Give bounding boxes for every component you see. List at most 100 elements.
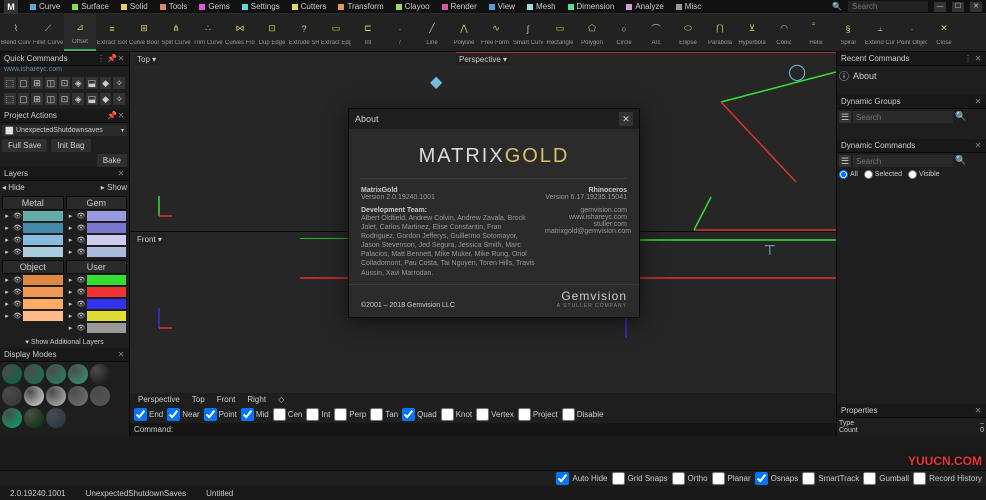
full-save-button[interactable]: Full Save bbox=[2, 139, 47, 152]
panel-close-button[interactable]: ✕ bbox=[117, 170, 125, 178]
app-logo[interactable]: M bbox=[4, 0, 18, 14]
tool-split-curve[interactable]: ⋔Split Curve bbox=[160, 14, 192, 51]
global-search-input[interactable] bbox=[848, 1, 928, 12]
layer-visibility-icon[interactable]: 👁 bbox=[77, 224, 85, 232]
viewport-tab-front[interactable]: Front bbox=[213, 395, 240, 404]
tool-int[interactable]: ⊏Int bbox=[352, 14, 384, 51]
osnap-mid[interactable]: Mid bbox=[241, 408, 269, 421]
layer-row[interactable]: ▸👁 bbox=[2, 286, 64, 298]
maximize-button[interactable]: ☐ bbox=[952, 2, 964, 12]
about-close-button[interactable]: ✕ bbox=[619, 112, 633, 126]
menu-curve[interactable]: Curve bbox=[30, 2, 60, 11]
layer-visibility-icon[interactable]: 👁 bbox=[13, 248, 21, 256]
layer-row[interactable]: ▸👁 bbox=[66, 246, 128, 258]
osnap-project[interactable]: Project bbox=[518, 408, 558, 421]
layer-expand-icon[interactable]: ▸ bbox=[67, 236, 75, 244]
quick-cmd-14[interactable]: ◈ bbox=[72, 93, 84, 105]
minimize-button[interactable]: — bbox=[934, 2, 946, 12]
filter-selected-radio[interactable]: Selected bbox=[864, 170, 902, 179]
tool--[interactable]: ·/ bbox=[384, 14, 416, 51]
menu-gems[interactable]: Gems bbox=[199, 2, 229, 11]
display-mode-6[interactable] bbox=[24, 386, 44, 406]
menu-solid[interactable]: Solid bbox=[121, 2, 148, 11]
menu-tools[interactable]: Tools bbox=[160, 2, 188, 11]
quick-cmd-7[interactable]: ◆ bbox=[100, 77, 112, 89]
layer-expand-icon[interactable]: ▸ bbox=[3, 212, 11, 220]
layer-row[interactable]: ▸👁 bbox=[66, 210, 128, 222]
display-mode-12[interactable] bbox=[46, 408, 66, 428]
quick-cmd-12[interactable]: ◫ bbox=[45, 93, 57, 105]
filter-visible-radio[interactable]: Visible bbox=[908, 170, 940, 179]
menu-render[interactable]: Render bbox=[442, 2, 477, 11]
close-window-button[interactable]: ✕ bbox=[970, 2, 982, 12]
layer-visibility-icon[interactable]: 👁 bbox=[77, 312, 85, 320]
toggle-gumball[interactable]: Gumball bbox=[863, 472, 909, 485]
menu-view[interactable]: View bbox=[489, 2, 515, 11]
osnap-perp[interactable]: Perp bbox=[334, 408, 366, 421]
layer-expand-icon[interactable]: ▸ bbox=[67, 312, 75, 320]
quick-cmd-1[interactable]: ▢ bbox=[18, 77, 30, 89]
layer-visibility-icon[interactable]: 👁 bbox=[77, 212, 85, 220]
menu-dimension[interactable]: Dimension bbox=[568, 2, 615, 11]
tool-point-object[interactable]: ·Point Object bbox=[896, 14, 928, 51]
panel-close-button[interactable]: ✕ bbox=[117, 55, 125, 63]
layer-row[interactable]: ▸👁 bbox=[2, 246, 64, 258]
tool-curves-from-2-views[interactable]: ⋈Curves From 2 Views bbox=[224, 14, 256, 51]
tool-trim-curve[interactable]: ∴Trim Curve bbox=[192, 14, 224, 51]
viewport-label-front[interactable]: Front ▾ bbox=[134, 234, 165, 245]
layer-row[interactable]: ▸👁 bbox=[66, 234, 128, 246]
osnap-point[interactable]: Point bbox=[204, 408, 237, 421]
osnap-quad[interactable]: Quad bbox=[402, 408, 437, 421]
panel-pin-button[interactable]: 📌 bbox=[107, 112, 115, 120]
display-mode-9[interactable] bbox=[90, 386, 110, 406]
project-dropdown[interactable]: ⬜ UnexpectedShutdownsaves▾ bbox=[2, 125, 127, 136]
command-line[interactable]: Command: bbox=[130, 423, 836, 436]
tool-ellipse[interactable]: ⬭Ellipse bbox=[672, 14, 704, 51]
layer-visibility-icon[interactable]: 👁 bbox=[77, 300, 85, 308]
tool-helix[interactable]: ꩰHelix bbox=[800, 14, 832, 51]
osnap-int[interactable]: Int bbox=[306, 408, 330, 421]
layer-row[interactable]: ▸👁 bbox=[2, 222, 64, 234]
osnap-disable[interactable]: Disable bbox=[562, 408, 604, 421]
quick-cmd-9[interactable]: ⬚ bbox=[4, 93, 16, 105]
layer-visibility-icon[interactable]: 👁 bbox=[13, 276, 21, 284]
init-bag-button[interactable]: Init Bag bbox=[51, 139, 90, 152]
quick-cmd-15[interactable]: ⬓ bbox=[86, 93, 98, 105]
tool-rectangle[interactable]: ▭Rectangle bbox=[544, 14, 576, 51]
display-mode-8[interactable] bbox=[68, 386, 88, 406]
layer-visibility-icon[interactable]: 👁 bbox=[77, 248, 85, 256]
quick-cmd-4[interactable]: ⊡ bbox=[59, 77, 71, 89]
tool-parabola[interactable]: ⋂Parabola bbox=[704, 14, 736, 51]
layer-expand-icon[interactable]: ▸ bbox=[3, 312, 11, 320]
layer-expand-icon[interactable]: ▸ bbox=[67, 224, 75, 232]
layer-row[interactable]: ▸👁 bbox=[66, 310, 128, 322]
menu-transform[interactable]: Transform bbox=[338, 2, 383, 11]
tool-circle[interactable]: ○Circle bbox=[608, 14, 640, 51]
layer-row[interactable]: ▸👁 bbox=[2, 310, 64, 322]
tool-offset[interactable]: ⊿Offset bbox=[64, 14, 96, 51]
layer-visibility-icon[interactable]: 👁 bbox=[77, 324, 85, 332]
layer-expand-icon[interactable]: ▸ bbox=[3, 248, 11, 256]
quick-cmd-8[interactable]: ✧ bbox=[113, 77, 125, 89]
viewport-label-top[interactable]: Top ▾ bbox=[134, 54, 159, 65]
layer-visibility-icon[interactable]: 👁 bbox=[13, 236, 21, 244]
tool-arc[interactable]: ⌒Arc bbox=[640, 14, 672, 51]
tool-hyperbola[interactable]: ⊻Hyperbola bbox=[736, 14, 768, 51]
tool-blend-curves[interactable]: ⌇Blend Curves bbox=[0, 14, 32, 51]
show-layers[interactable]: ▸ Show bbox=[65, 183, 128, 192]
tool-dup-edge[interactable]: ⊡Dup Edge bbox=[256, 14, 288, 51]
panel-menu-button[interactable]: ⋮ bbox=[97, 55, 105, 63]
toggle-auto-hide[interactable]: Auto Hide bbox=[556, 472, 607, 485]
tool-curve-boolean[interactable]: ⊞Curve Boolean bbox=[128, 14, 160, 51]
search-go-icon[interactable]: 🔍 bbox=[955, 155, 966, 167]
tool-polyline[interactable]: ⋀Polyline bbox=[448, 14, 480, 51]
display-mode-2[interactable] bbox=[46, 364, 66, 384]
display-mode-11[interactable] bbox=[24, 408, 44, 428]
layer-expand-icon[interactable]: ▸ bbox=[3, 236, 11, 244]
layer-expand-icon[interactable]: ▸ bbox=[67, 324, 75, 332]
toggle-record-history[interactable]: Record History bbox=[913, 472, 982, 485]
layer-expand-icon[interactable]: ▸ bbox=[67, 212, 75, 220]
show-additional-layers[interactable]: ▾ Show Additional Layers bbox=[0, 336, 129, 348]
osnap-cen[interactable]: Cen bbox=[273, 408, 303, 421]
layer-visibility-icon[interactable]: 👁 bbox=[13, 224, 21, 232]
